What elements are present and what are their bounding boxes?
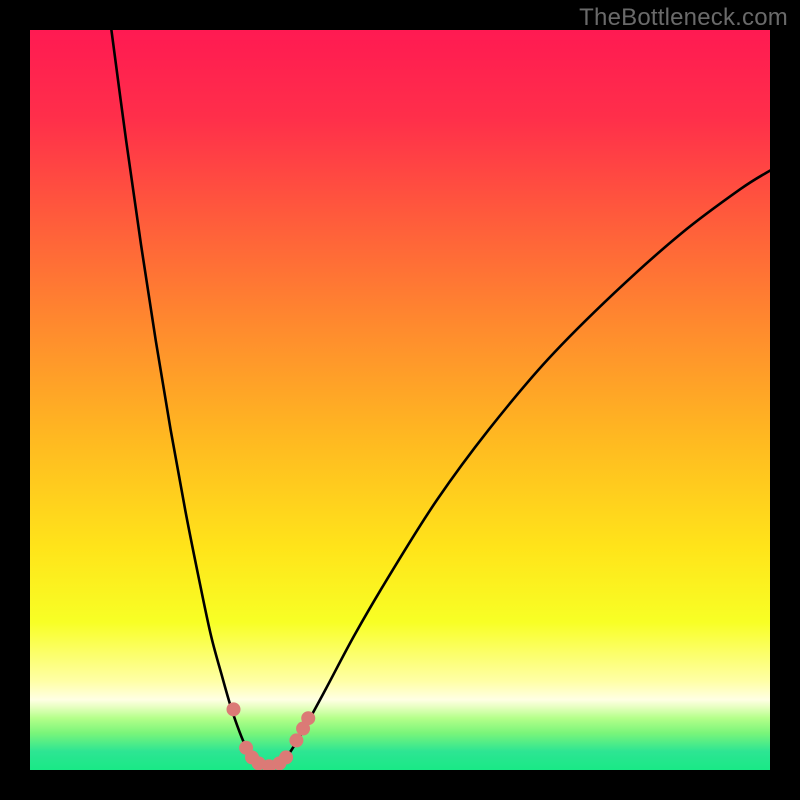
plot-area [30,30,770,770]
data-dot [289,733,303,747]
bottleneck-curve [111,30,770,766]
data-dot [301,711,315,725]
watermark-text: TheBottleneck.com [579,4,788,32]
outer-frame: TheBottleneck.com [0,0,800,800]
data-dot [227,702,241,716]
data-dot [279,750,293,764]
curve-layer [30,30,770,770]
